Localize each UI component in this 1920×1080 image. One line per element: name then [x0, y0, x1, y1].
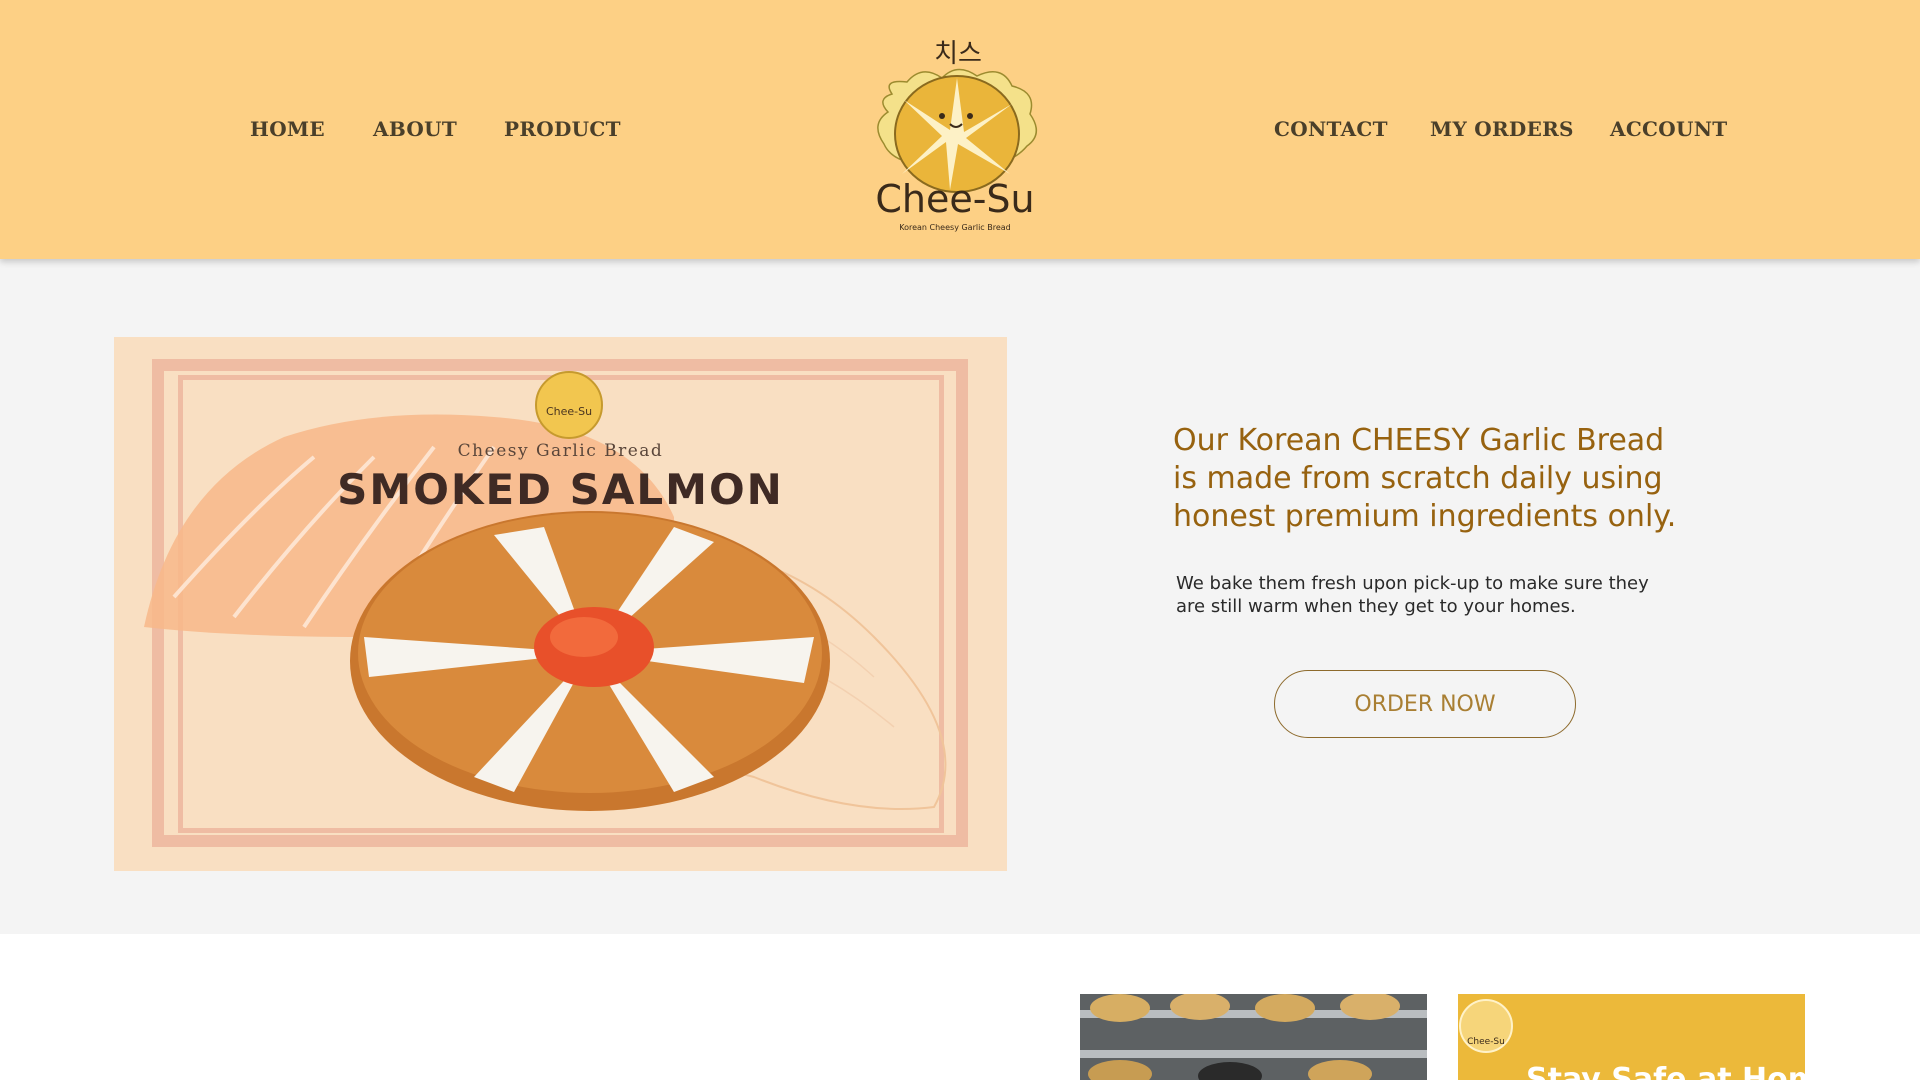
bakery-tray-artwork — [1080, 994, 1427, 1080]
nav-home[interactable]: HOME — [250, 117, 325, 141]
nav-product[interactable]: PRODUCT — [504, 117, 621, 141]
hero-text-block: Our Korean CHEESY Garlic Bread is made f… — [1173, 422, 1693, 536]
poster-artwork: Chee-Su — [144, 371, 947, 811]
nav-my-orders[interactable]: MY ORDERS — [1430, 117, 1574, 141]
stay-safe-banner: Chee-Su Stay Safe at Home — [1458, 994, 1805, 1080]
hero-heading: Our Korean CHEESY Garlic Bread is made f… — [1173, 423, 1677, 534]
logo-tagline-text: Korean Cheesy Garlic Bread — [899, 223, 1011, 232]
nav-account[interactable]: ACCOUNT — [1610, 117, 1727, 141]
nav-contact[interactable]: CONTACT — [1274, 117, 1388, 141]
poster-subtitle: Cheesy Garlic Bread — [457, 441, 664, 461]
poster-logo-text: Chee-Su — [546, 405, 592, 418]
logo-graphic: 치스 Chee-Su Korean Cheesy Garlic Bread — [875, 39, 1037, 232]
hero-subtext: We bake them fresh upon pick-up to make … — [1176, 573, 1649, 617]
logo-brand-text: Chee-Su — [875, 177, 1034, 221]
bakery-tray-photo — [1080, 994, 1427, 1080]
banner-logo-text: Chee-Su — [1467, 1037, 1505, 1047]
smoked-salmon-poster: Chee-Su Cheesy Garlic Bread SMOKED SALMO… — [114, 337, 1007, 871]
nav-about[interactable]: ABOUT — [373, 117, 457, 141]
order-now-button[interactable]: ORDER NOW — [1274, 670, 1576, 738]
stay-safe-text: Stay Safe at Home — [1526, 1062, 1805, 1080]
site-header: HOME ABOUT PRODUCT 치스 Chee-Su Korean Che… — [0, 0, 1920, 259]
chee-su-logo[interactable]: 치스 Chee-Su Korean Cheesy Garlic Bread — [862, 34, 1048, 234]
logo-korean-text: 치스 — [934, 39, 982, 69]
poster-title: SMOKED SALMON — [337, 465, 784, 514]
